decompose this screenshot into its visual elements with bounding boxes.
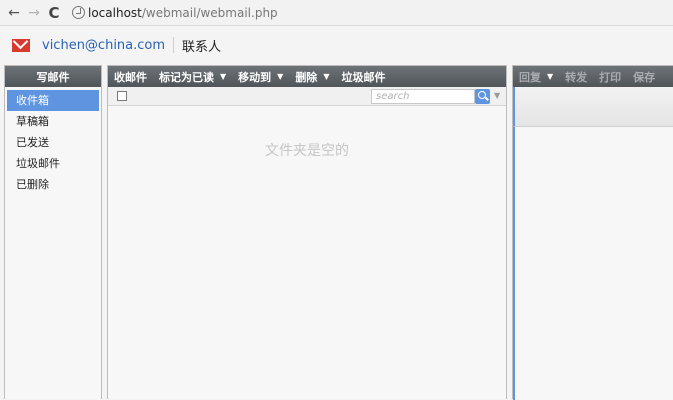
mail-envelope-icon xyxy=(12,38,30,52)
chevron-down-icon: ▼ xyxy=(277,72,284,81)
preview-panel: 回复 ▼ 转发 打印 保存 xyxy=(512,65,673,400)
select-all-checkbox[interactable] xyxy=(117,91,127,101)
folder-panel: 写邮件 收件箱 草稿箱 已发送 垃圾邮件 已删除 xyxy=(4,65,102,399)
compose-button[interactable]: 写邮件 xyxy=(5,66,101,87)
forward-button[interactable]: 转发 xyxy=(559,66,593,87)
chevron-down-icon: ▼ xyxy=(323,72,330,81)
back-arrow-icon[interactable]: ← xyxy=(4,3,24,23)
header-divider xyxy=(173,37,175,53)
address-bar[interactable]: localhost /webmail/webmail.php xyxy=(72,3,673,23)
mark-read-button[interactable]: 标记为已读 ▼ xyxy=(153,66,232,87)
delete-label: 删除 xyxy=(295,70,318,84)
message-toolbar: 收邮件 标记为已读 ▼ 移动到 ▼ 删除 ▼ 垃圾邮件 xyxy=(108,66,506,87)
page-info-icon[interactable] xyxy=(72,6,85,19)
search-input[interactable]: search xyxy=(371,89,475,104)
reply-button[interactable]: 回复 ▼ xyxy=(513,66,559,87)
folder-toolbar: 写邮件 xyxy=(5,66,101,87)
search-icon[interactable] xyxy=(475,89,490,104)
delete-button[interactable]: 删除 ▼ xyxy=(289,66,335,87)
list-header: search ▼ xyxy=(108,87,506,106)
chevron-down-icon: ▼ xyxy=(547,72,554,81)
browser-bar: ← → C localhost /webmail/webmail.php xyxy=(0,0,673,26)
app-header: vichen@china.com 联系人 xyxy=(0,26,673,64)
reply-label: 回复 xyxy=(519,70,541,84)
folder-spam[interactable]: 垃圾邮件 xyxy=(7,153,99,174)
folder-list: 收件箱 草稿箱 已发送 垃圾邮件 已删除 xyxy=(5,87,101,195)
mark-read-label: 标记为已读 xyxy=(159,70,214,84)
url-path: /webmail/webmail.php xyxy=(141,5,278,20)
save-button[interactable]: 保存 xyxy=(627,66,661,87)
user-email-link[interactable]: vichen@china.com xyxy=(42,38,165,53)
chevron-down-icon: ▼ xyxy=(220,72,227,81)
folder-drafts[interactable]: 草稿箱 xyxy=(7,111,99,132)
folder-sent[interactable]: 已发送 xyxy=(7,132,99,153)
url-host: localhost xyxy=(88,5,142,20)
folder-deleted[interactable]: 已删除 xyxy=(7,174,99,195)
spam-button[interactable]: 垃圾邮件 xyxy=(335,66,391,87)
print-button[interactable]: 打印 xyxy=(593,66,627,87)
preview-toolbar: 回复 ▼ 转发 打印 保存 xyxy=(513,66,673,87)
reload-icon[interactable]: C xyxy=(44,3,64,23)
receive-button[interactable]: 收邮件 xyxy=(108,66,153,87)
empty-folder-message: 文件夹是空的 xyxy=(265,143,349,159)
move-to-button[interactable]: 移动到 ▼ xyxy=(232,66,289,87)
folder-inbox[interactable]: 收件箱 xyxy=(7,90,99,111)
message-list-panel: 收邮件 标记为已读 ▼ 移动到 ▼ 删除 ▼ 垃圾邮件 search ▼ 文件夹… xyxy=(107,65,507,399)
preview-body xyxy=(513,127,673,400)
search-options-chevron-icon[interactable]: ▼ xyxy=(494,91,500,100)
move-to-label: 移动到 xyxy=(238,70,272,84)
preview-header xyxy=(513,87,673,127)
contacts-link[interactable]: 联系人 xyxy=(182,36,221,55)
forward-arrow-icon[interactable]: → xyxy=(24,3,44,23)
